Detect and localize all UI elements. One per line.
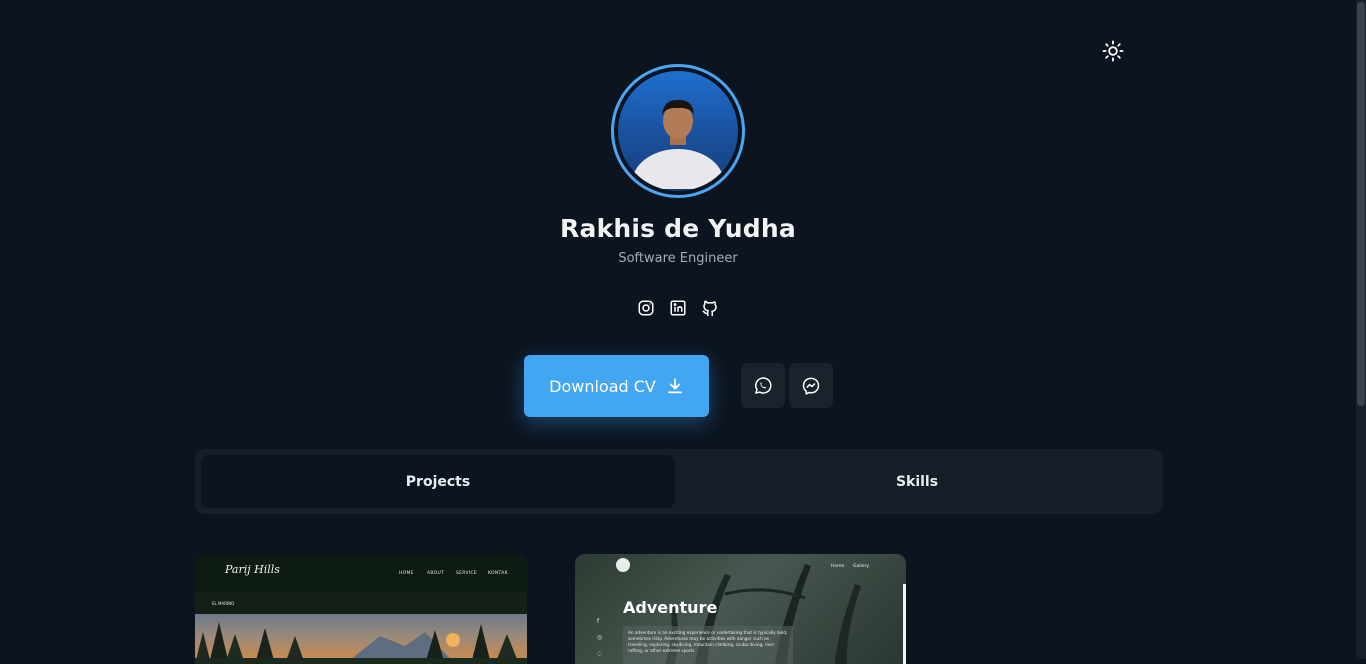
profile-name: Rakhis de Yudha <box>560 214 796 243</box>
scrollbar-thumb[interactable] <box>1357 2 1365 406</box>
tab-projects[interactable]: Projects <box>201 455 675 508</box>
linkedin-icon <box>670 300 686 316</box>
project-1-nav-item: SERVICE <box>456 571 478 576</box>
instagram-icon <box>638 300 654 316</box>
project-2-nav-item: Gallery <box>853 564 870 569</box>
project-1-logo: Parij Hills <box>225 563 280 576</box>
project-1-hero <box>195 614 527 664</box>
linkedin-link[interactable] <box>668 298 688 318</box>
project-1-subnav: EL MARINO <box>195 592 527 614</box>
messenger-icon <box>802 377 820 395</box>
avatar <box>611 64 745 198</box>
project-card-2[interactable]: Home Gallery f ◎ ◌ Adventure An adventur… <box>575 554 906 664</box>
project-1-nav-item: HOME <box>399 571 414 576</box>
download-icon <box>667 378 682 394</box>
section-tabs: Projects Skills <box>195 449 1163 514</box>
avatar-photo <box>618 71 738 191</box>
tab-skills[interactable]: Skills <box>677 455 1157 508</box>
whatsapp-icon <box>755 376 772 394</box>
github-icon <box>702 300 717 317</box>
messenger-button[interactable] <box>789 363 833 408</box>
github-link[interactable] <box>700 298 720 318</box>
scrollbar[interactable] <box>1356 0 1366 659</box>
project-1-subnav-item: EL MARINO <box>212 601 235 606</box>
project-2-nav-item: Home <box>831 564 845 569</box>
profile-role: Software Engineer <box>618 251 738 266</box>
instagram-link[interactable] <box>636 298 656 318</box>
project-2-edge <box>903 584 906 664</box>
project-card-1[interactable]: Parij Hills HOME ABOUT SERVICE KONTAK EL… <box>195 554 527 664</box>
project-2-logo-icon <box>616 558 630 572</box>
project-1-nav-item: KONTAK <box>488 571 508 576</box>
whatsapp-button[interactable] <box>741 363 785 408</box>
project-2-title: Adventure <box>623 598 718 617</box>
project-1-nav-item: ABOUT <box>427 571 445 576</box>
instagram-icon: ◎ <box>597 634 603 641</box>
download-cv-button[interactable]: Download CV <box>524 355 709 417</box>
project-2-description: An adventure is an exciting experience o… <box>623 626 793 664</box>
sun-icon <box>1102 40 1124 62</box>
download-cv-label: Download CV <box>549 376 656 396</box>
whatsapp-icon: ◌ <box>597 650 603 657</box>
facebook-icon: f <box>597 618 600 625</box>
theme-toggle-button[interactable] <box>1101 39 1125 63</box>
social-links <box>636 298 720 318</box>
